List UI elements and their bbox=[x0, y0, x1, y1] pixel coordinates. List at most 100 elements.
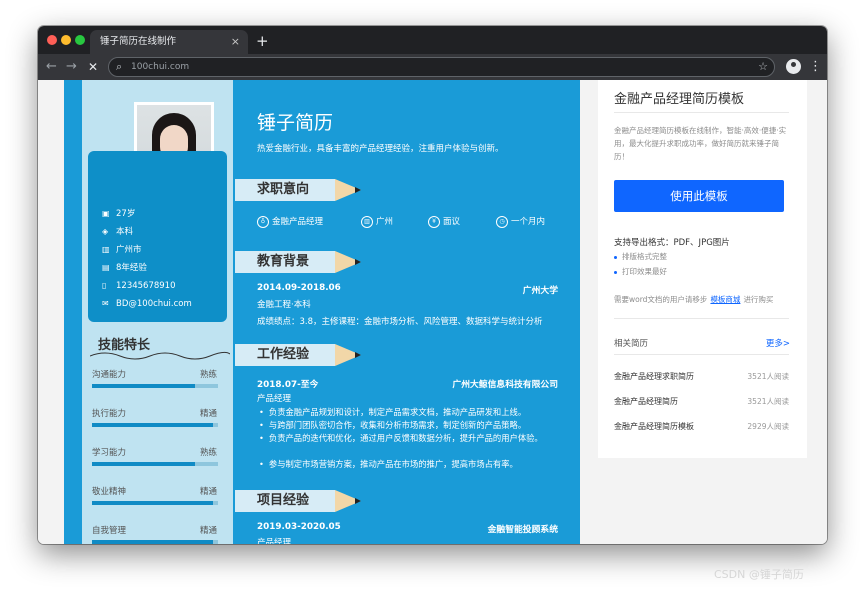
new-tab-button[interactable]: + bbox=[256, 30, 269, 52]
info-city: ▥ 广州市 bbox=[102, 245, 142, 255]
browser-window: 锤子简历在线制作 × + ← → ✕ ⌕ 100chui.com ☆ ⋮ ▣ 2… bbox=[38, 26, 827, 544]
page-viewport: ▣ 27岁 ◈ 本科 ▥ 广州市 ▤ 8年经验 ▯ 12345678910 ✉ BD@100… bbox=[38, 80, 827, 544]
use-template-button[interactable]: 使用此模板 bbox=[614, 180, 784, 212]
related-item[interactable]: 金融产品经理简历模板 2929人阅读 bbox=[614, 421, 789, 432]
info-experience: ▤ 8年经验 bbox=[102, 263, 147, 273]
minimize-window-button[interactable] bbox=[61, 35, 71, 45]
intent-salary: ¥ 面议 bbox=[428, 215, 460, 228]
section-header-intent: 求职意向 bbox=[235, 179, 361, 201]
skill-progress-bar bbox=[92, 423, 218, 427]
skill-progress-fill bbox=[92, 384, 195, 388]
tab-title: 锤子简历在线制作 bbox=[100, 36, 177, 47]
project-period: 2019.03-2020.05 bbox=[257, 522, 341, 532]
divider bbox=[614, 318, 789, 319]
browser-menu-icon[interactable]: ⋮ bbox=[809, 57, 822, 77]
divider bbox=[614, 112, 789, 113]
education-period: 2014.09-2018.06 bbox=[257, 283, 341, 293]
browser-toolbar: ← → ✕ ⌕ 100chui.com ☆ ⋮ bbox=[38, 54, 827, 80]
info-degree: ◈ 本科 bbox=[102, 227, 134, 237]
skill-level: 精通 bbox=[200, 487, 218, 497]
address-bar[interactable]: ⌕ 100chui.com ☆ bbox=[108, 57, 775, 77]
maximize-window-button[interactable] bbox=[75, 35, 85, 45]
title-bar: 锤子简历在线制作 × + bbox=[38, 26, 827, 54]
document-icon: ▤ bbox=[102, 263, 110, 272]
resume-name: 锤子简历 bbox=[257, 112, 334, 134]
word-note: 需要word文档的用户请移步 模板商城 进行购买 bbox=[614, 295, 774, 304]
feature-item: 排版格式完整 bbox=[614, 251, 667, 262]
personal-info-card: ▣ 27岁 ◈ 本科 ▥ 广州市 ▤ 8年经验 ▯ 12345678910 ✉ BD@100… bbox=[88, 151, 227, 322]
watermark: CSDN @锤子简历 bbox=[714, 568, 804, 581]
skill-progress-bar bbox=[92, 540, 218, 544]
work-company: 广州大鲸信息科技有限公司 bbox=[452, 380, 558, 390]
work-bullet: 负责金融产品规划和设计，制定产品需求文档，推动产品研发和上线。 bbox=[259, 406, 559, 419]
building-icon: ▥ bbox=[102, 245, 110, 254]
skills-wave-divider bbox=[90, 351, 230, 360]
section-header-education: 教育背景 bbox=[235, 251, 361, 273]
template-sidebar: 金融产品经理简历模板 金融产品经理简历模板在线制作，智能·高效·便捷·实用，最大… bbox=[598, 80, 807, 458]
education-major: 金融工程·本科 bbox=[257, 300, 311, 310]
more-link[interactable]: 更多> bbox=[766, 337, 790, 349]
skill-level: 精通 bbox=[200, 409, 218, 419]
intent-city: ▥ 广州 bbox=[361, 215, 393, 228]
skill-progress-bar bbox=[92, 462, 218, 466]
skill-level: 熟练 bbox=[200, 448, 218, 458]
education-icon: ◈ bbox=[102, 227, 109, 236]
calendar-icon: ▣ bbox=[102, 209, 110, 218]
salary-icon: ¥ bbox=[428, 215, 440, 228]
work-period: 2018.07-至今 bbox=[257, 380, 319, 390]
forward-button[interactable]: → bbox=[66, 57, 77, 77]
education-school: 广州大学 bbox=[522, 286, 558, 296]
resume-tagline: 热爱金融行业，具备丰富的产品经理经验，注重用户体验与创新。 bbox=[257, 144, 504, 154]
city-icon: ▥ bbox=[361, 215, 373, 228]
work-role: 产品经理 bbox=[257, 394, 292, 404]
project-name: 金融智能投顾系统 bbox=[487, 525, 558, 535]
info-age: ▣ 27岁 bbox=[102, 209, 136, 219]
template-mall-link[interactable]: 模板商城 bbox=[710, 295, 740, 304]
tab-close-icon[interactable]: × bbox=[231, 30, 240, 54]
search-icon: ⌕ bbox=[116, 60, 123, 73]
template-title: 金融产品经理简历模板 bbox=[614, 92, 745, 107]
bookmark-star-icon[interactable]: ☆ bbox=[758, 58, 768, 76]
divider bbox=[614, 354, 789, 355]
back-button[interactable]: ← bbox=[46, 57, 57, 77]
resume-left-column: ▣ 27岁 ◈ 本科 ▥ 广州市 ▤ 8年经验 ▯ 12345678910 ✉ BD@100… bbox=[82, 80, 233, 544]
mail-icon: ✉ bbox=[102, 299, 109, 308]
medal-icon: ♁ bbox=[257, 215, 269, 228]
education-details: 成绩绩点：3.8，主修课程：金融市场分析、风险管理、数据科学与统计分析 bbox=[257, 317, 543, 327]
work-bullet: 参与制定市场营销方案，推动产品在市场的推广，提高市场占有率。 bbox=[259, 458, 559, 471]
feature-item: 打印效果最好 bbox=[614, 266, 667, 277]
skill-progress-bar bbox=[92, 384, 218, 388]
skill-name: 执行能力 bbox=[92, 409, 127, 419]
clock-icon: ◷ bbox=[496, 215, 508, 228]
intent-position: ♁ 金融产品经理 bbox=[257, 215, 323, 228]
related-item[interactable]: 金融产品经理简历 3521人阅读 bbox=[614, 396, 789, 407]
skill-progress-fill bbox=[92, 501, 213, 505]
browser-tab[interactable]: 锤子简历在线制作 × bbox=[90, 30, 248, 54]
resume-preview: ▣ 27岁 ◈ 本科 ▥ 广州市 ▤ 8年经验 ▯ 12345678910 ✉ BD@100… bbox=[64, 80, 580, 544]
skill-name: 自我管理 bbox=[92, 526, 127, 536]
resume-right-column: 锤子简历 热爱金融行业，具备丰富的产品经理经验，注重用户体验与创新。 求职意向 … bbox=[235, 80, 580, 544]
skill-name: 沟通能力 bbox=[92, 370, 127, 380]
skill-name: 敬业精神 bbox=[92, 487, 127, 497]
section-header-project: 项目经验 bbox=[235, 490, 361, 512]
export-formats: 支持导出格式：PDF、JPG图片 bbox=[614, 238, 730, 248]
template-description: 金融产品经理简历模板在线制作，智能·高效·便捷·实用，最大化提升求职成功率，做好… bbox=[614, 126, 787, 161]
skill-progress-fill bbox=[92, 540, 213, 544]
work-bullet: 负责产品的迭代和优化，通过用户反馈和数据分析，提升产品的用户体验。 bbox=[259, 432, 559, 445]
skill-progress-fill bbox=[92, 423, 213, 427]
stop-loading-button[interactable]: ✕ bbox=[88, 57, 98, 77]
section-header-work: 工作经验 bbox=[235, 344, 361, 366]
related-resumes-title: 相关简历 bbox=[614, 339, 649, 349]
info-phone: ▯ 12345678910 bbox=[102, 281, 176, 291]
work-bullet: 与跨部门团队密切合作，收集和分析市场需求，制定创新的产品策略。 bbox=[259, 419, 559, 432]
skill-level: 精通 bbox=[200, 526, 218, 536]
skill-progress-fill bbox=[92, 462, 195, 466]
skill-name: 学习能力 bbox=[92, 448, 127, 458]
related-item[interactable]: 金融产品经理求职简历 3521人阅读 bbox=[614, 371, 789, 382]
phone-icon: ▯ bbox=[102, 281, 107, 290]
profile-avatar-icon[interactable] bbox=[786, 59, 801, 74]
close-window-button[interactable] bbox=[47, 35, 57, 45]
address-url[interactable]: 100chui.com bbox=[131, 58, 189, 76]
info-email: ✉ BD@100chui.com bbox=[102, 299, 192, 309]
intent-availability: ◷ 一个月内 bbox=[496, 215, 545, 228]
